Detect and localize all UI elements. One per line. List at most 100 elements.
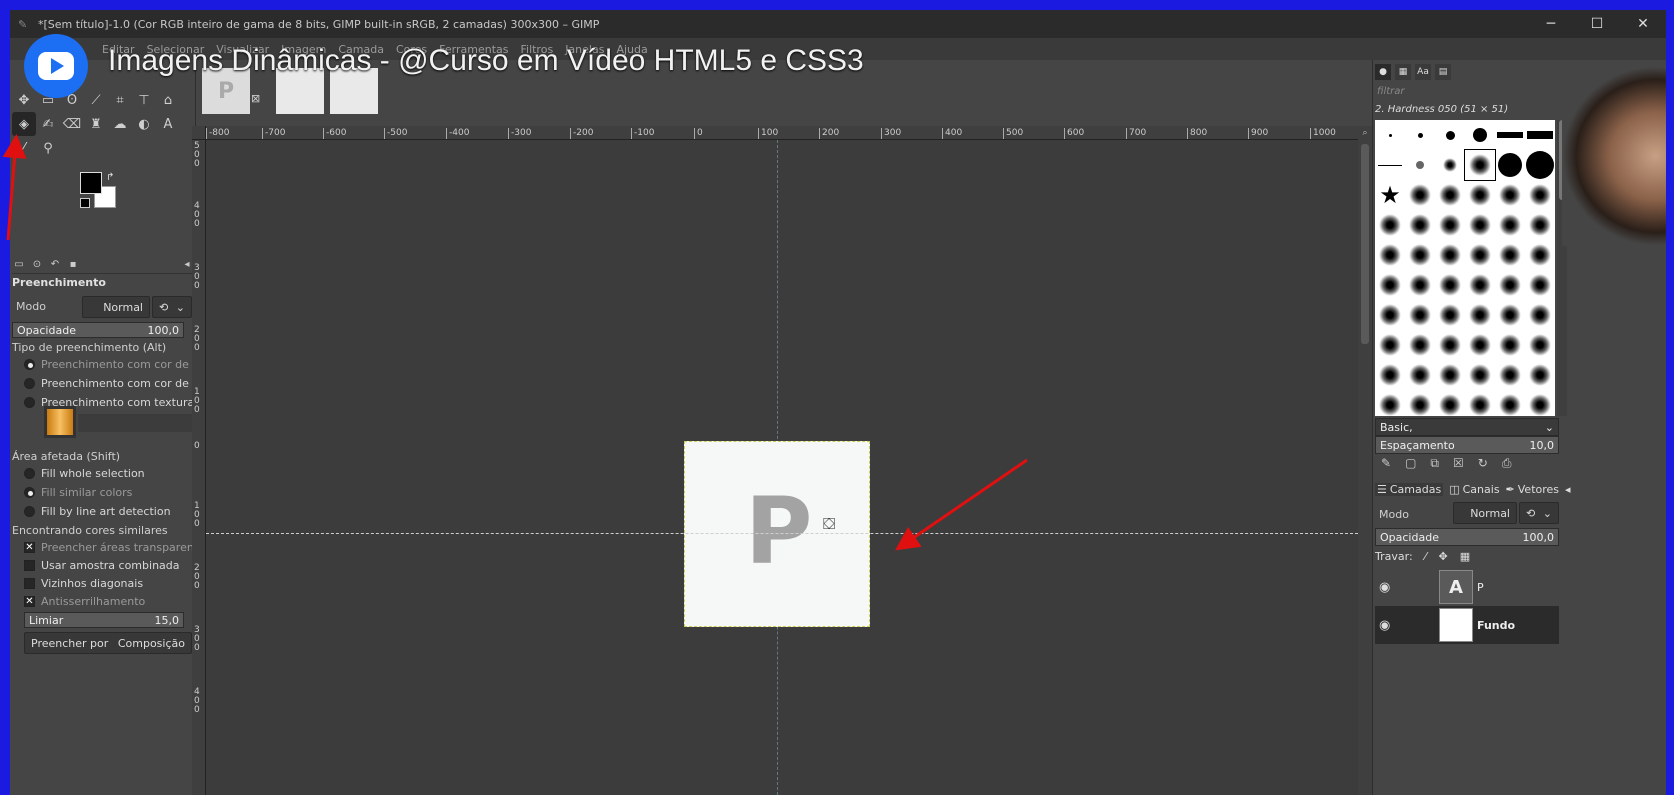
dodge-icon[interactable]: ◐ xyxy=(132,112,156,136)
brush-item[interactable] xyxy=(1465,270,1495,300)
swap-colors-icon[interactable]: ↱ xyxy=(106,172,114,183)
brush-item[interactable] xyxy=(1495,300,1525,330)
brush-item[interactable] xyxy=(1375,150,1405,180)
brush-item[interactable] xyxy=(1375,210,1405,240)
brush-item[interactable] xyxy=(1495,150,1525,180)
brush-item[interactable] xyxy=(1465,240,1495,270)
brush-item[interactable] xyxy=(1375,360,1405,390)
tab-vetores[interactable]: ✒ Vetores xyxy=(1506,483,1559,496)
vertical-ruler[interactable]: 500 400 300 200 100 0 100 200 300 400 xyxy=(192,140,206,795)
scrollbar-thumb[interactable] xyxy=(1361,144,1369,344)
brush-item[interactable] xyxy=(1465,210,1495,240)
close-button[interactable]: ✕ xyxy=(1620,10,1666,38)
images-tab-icon[interactable]: ▪ xyxy=(66,259,80,270)
layer-mode-reset[interactable]: ⟲ ⌄ xyxy=(1519,502,1559,524)
brush-item[interactable] xyxy=(1525,270,1555,300)
brush-item[interactable] xyxy=(1405,300,1435,330)
brush-item[interactable] xyxy=(1375,120,1405,150)
device-status-tab-icon[interactable]: ⊙ xyxy=(30,259,44,270)
foreground-color[interactable] xyxy=(80,172,102,194)
brush-item[interactable] xyxy=(1495,180,1525,210)
new-brush-icon[interactable]: ▢ xyxy=(1405,456,1416,471)
brush-item[interactable] xyxy=(1435,360,1465,390)
fg-bg-colors[interactable]: ↱ xyxy=(80,172,130,222)
horizontal-ruler[interactable]: -800 -700 -600 -500 -400 -300 -200 -100 … xyxy=(206,126,1358,140)
eraser-icon[interactable]: ⌫ xyxy=(60,112,84,136)
area-whole-radio[interactable]: Fill whole selection xyxy=(24,467,145,480)
fill-bg-radio[interactable]: Preenchimento com cor de fund xyxy=(24,377,217,390)
sample-merged-checkbox[interactable]: Usar amostra combinada xyxy=(24,559,180,572)
refresh-brushes-icon[interactable]: ↻ xyxy=(1478,456,1488,471)
brush-item[interactable] xyxy=(1435,330,1465,360)
zoom-fit-icon[interactable]: ⌕ xyxy=(1358,126,1372,140)
opacity-slider[interactable]: Opacidade 100,0 xyxy=(12,322,184,338)
brush-item[interactable] xyxy=(1465,390,1495,416)
tab-canais[interactable]: ◫ Canais xyxy=(1449,483,1499,496)
paintbrush-icon[interactable]: ✍ xyxy=(36,112,60,136)
threshold-slider[interactable]: Limiar 15,0 xyxy=(24,612,184,628)
duplicate-brush-icon[interactable]: ⧉ xyxy=(1430,456,1439,471)
brush-item[interactable] xyxy=(1465,300,1495,330)
brush-item[interactable] xyxy=(1375,330,1405,360)
fill-fg-radio[interactable]: Preenchimento com cor de frent xyxy=(24,358,219,371)
brush-item[interactable] xyxy=(1435,300,1465,330)
canvas-vertical-scrollbar[interactable] xyxy=(1358,140,1372,795)
brush-item[interactable] xyxy=(1375,240,1405,270)
configure-tab-icon[interactable]: ◂ xyxy=(1565,483,1571,496)
image-canvas[interactable]: P ⛋ xyxy=(206,140,1358,795)
brush-item[interactable] xyxy=(1465,180,1495,210)
brush-item[interactable] xyxy=(1405,120,1435,150)
brush-item[interactable] xyxy=(1525,360,1555,390)
brush-item[interactable] xyxy=(1435,180,1465,210)
brush-item[interactable] xyxy=(1435,270,1465,300)
brushes-tab-icon[interactable]: ● xyxy=(1375,64,1391,80)
zoom-icon[interactable]: ⚲ xyxy=(36,136,60,160)
brush-item[interactable] xyxy=(1435,240,1465,270)
brush-item[interactable] xyxy=(1525,120,1555,150)
fill-transparent-checkbox[interactable]: ✕ Preencher áreas transparentes xyxy=(24,541,211,554)
open-as-image-icon[interactable]: ⎙ xyxy=(1502,456,1512,471)
edit-brush-icon[interactable]: ✎ xyxy=(1381,456,1391,471)
fonts-tab-icon[interactable]: Aa xyxy=(1415,64,1431,80)
smudge-icon[interactable]: ☁ xyxy=(108,112,132,136)
brush-item[interactable] xyxy=(1465,330,1495,360)
align-icon[interactable]: ⊤ xyxy=(132,88,156,112)
layer-opacity-slider[interactable]: Opacidade 100,0 xyxy=(1375,528,1559,546)
lock-pixels-icon[interactable]: ⁄ xyxy=(1425,550,1427,563)
area-lineart-radio[interactable]: Fill by line art detection xyxy=(24,505,171,518)
horizontal-guide[interactable] xyxy=(206,533,1358,534)
brush-item[interactable]: ★ xyxy=(1375,180,1405,210)
brush-item[interactable] xyxy=(1525,300,1555,330)
brush-item[interactable] xyxy=(1465,360,1495,390)
fuzzy-select-icon[interactable]: ⟋ xyxy=(84,88,108,112)
brush-item[interactable] xyxy=(1495,120,1525,150)
brush-grid[interactable]: ★ xyxy=(1375,120,1555,416)
area-similar-radio[interactable]: Fill similar colors xyxy=(24,486,132,499)
reset-colors-icon[interactable] xyxy=(80,198,90,208)
crop-icon[interactable]: ⌗ xyxy=(108,88,132,112)
patterns-tab-icon[interactable]: ▦ xyxy=(1395,64,1411,80)
brush-item[interactable] xyxy=(1525,240,1555,270)
tab-camadas[interactable]: ☰ Camadas xyxy=(1375,482,1444,496)
layer-row-fundo[interactable]: ◉ Fundo xyxy=(1375,606,1559,644)
brush-tag-dropdown[interactable]: Basic, ⌄ xyxy=(1375,418,1559,436)
brush-item[interactable] xyxy=(1405,390,1435,416)
brush-item[interactable] xyxy=(1405,240,1435,270)
tool-options-tab-icon[interactable]: ▭ xyxy=(12,259,26,270)
layer-mode-dropdown[interactable]: Normal xyxy=(1453,502,1517,524)
brush-item[interactable] xyxy=(1405,150,1435,180)
lock-position-icon[interactable]: ✥ xyxy=(1439,550,1448,563)
color-picker-icon[interactable]: ⁄ xyxy=(12,136,36,160)
brush-item[interactable] xyxy=(1435,150,1465,180)
spacing-slider[interactable]: Espaçamento 10,0 xyxy=(1375,436,1559,454)
close-tab-icon[interactable]: ⊠ xyxy=(251,92,260,105)
ruler-corner[interactable] xyxy=(192,126,206,140)
brush-item[interactable] xyxy=(1495,270,1525,300)
brush-item[interactable] xyxy=(1495,210,1525,240)
brush-item[interactable] xyxy=(1405,330,1435,360)
eye-icon[interactable]: ◉ xyxy=(1379,618,1403,633)
brush-item-selected[interactable] xyxy=(1464,149,1496,181)
brush-item[interactable] xyxy=(1375,270,1405,300)
document-tab-icon[interactable]: ▤ xyxy=(1435,64,1451,80)
bucket-fill-icon[interactable]: ◈ xyxy=(12,112,36,136)
